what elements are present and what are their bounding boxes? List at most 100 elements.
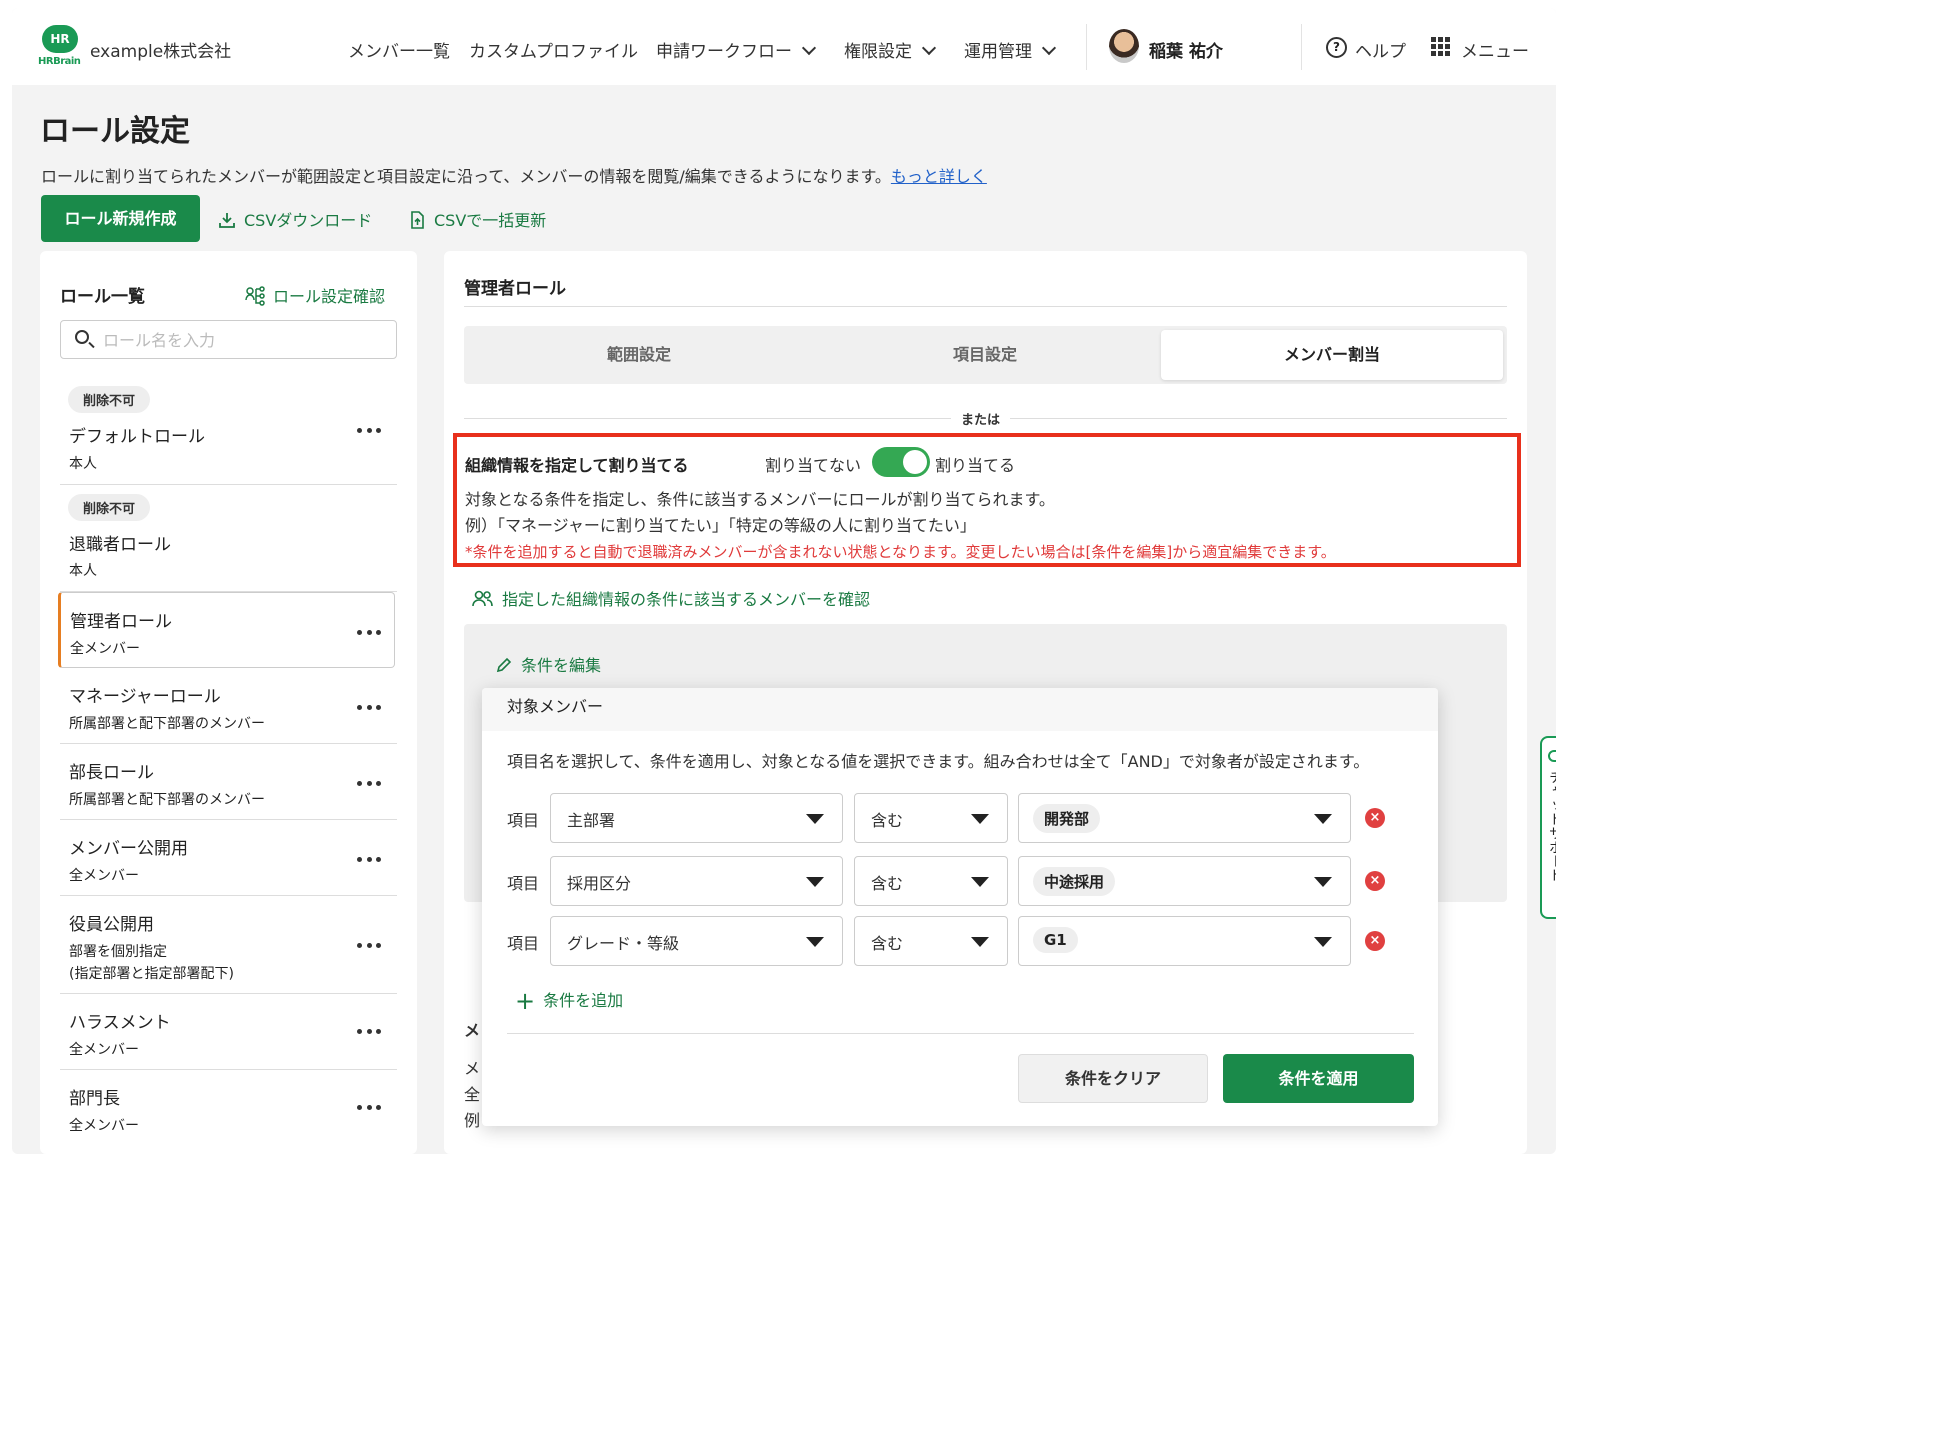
role-item-harassment[interactable]: ハラスメント 全メンバー <box>60 994 397 1070</box>
menu-link[interactable]: メニュー <box>1461 37 1529 62</box>
user-avatar[interactable] <box>1109 29 1139 63</box>
role-name: 部長ロール <box>69 763 154 783</box>
hrbrain-logo[interactable]: HR HRBrain <box>38 25 82 69</box>
file-upload-icon <box>411 211 424 229</box>
chevron-down-icon <box>1041 40 1057 56</box>
role-settings-check-link[interactable]: ロール設定確認 <box>245 282 385 307</box>
assign-toggle[interactable] <box>872 447 930 477</box>
nav-member-list[interactable]: メンバー一覧 <box>348 37 450 62</box>
condition-row: 項目 採用区分 含む 中途採用 × <box>482 856 1438 906</box>
value-select[interactable]: 中途採用 <box>1018 856 1351 906</box>
users-icon <box>472 590 493 607</box>
more-options-icon[interactable] <box>357 943 381 949</box>
divider <box>1301 24 1302 70</box>
check-matching-members-link[interactable]: 指定した組織情報の条件に該当するメンバーを確認 <box>472 586 870 610</box>
target-members-modal: 対象メンバー 項目名を選択して、条件を適用し、対象となる値を選択できます。組み合… <box>482 688 1438 1126</box>
role-name: メンバー公開用 <box>69 839 188 859</box>
toggle-on-label: 割り当てる <box>935 456 1016 475</box>
toggle-off-label: 割り当てない <box>765 456 862 475</box>
role-item-executive-public[interactable]: 役員公開用 部署を個別指定 (指定部署と指定部署配下) <box>60 896 397 994</box>
caret-down-icon <box>1314 937 1332 947</box>
condition-row: 項目 主部署 含む 開発部 × <box>482 793 1438 843</box>
settings-tabs: 範囲設定 項目設定 メンバー割当 <box>464 326 1507 384</box>
user-name[interactable]: 稲葉 祐介 <box>1149 37 1223 62</box>
more-options-icon[interactable] <box>357 781 381 787</box>
org-assign-title: 組織情報を指定して割り当てる <box>465 456 689 475</box>
operator-select[interactable]: 含む <box>854 856 1008 906</box>
role-name: 管理者ロール <box>70 612 172 632</box>
role-item-retired[interactable]: 削除不可 退職者ロール 本人 <box>60 485 397 592</box>
role-scope: 所属部署と配下部署のメンバー <box>69 716 265 732</box>
warning-text: *条件を追加すると自動で退職済みメンバーが含まれない状態となります。変更したい場… <box>465 543 1336 561</box>
caret-down-icon <box>971 877 989 887</box>
tab-member-assignment[interactable]: メンバー割当 <box>1161 330 1503 380</box>
grid-menu-icon[interactable] <box>1431 37 1450 56</box>
row-label: 項目 <box>507 874 540 893</box>
role-item-department-head[interactable]: 部長ロール 所属部署と配下部署のメンバー <box>60 744 397 820</box>
role-list-title: ロール一覧 <box>60 287 145 307</box>
role-item-admin[interactable]: 管理者ロール 全メンバー <box>58 592 395 668</box>
field-select[interactable]: 主部署 <box>550 793 843 843</box>
obscured-text: 全 <box>464 1085 481 1104</box>
row-label: 項目 <box>507 811 540 830</box>
role-scope: 部署を個別指定 <box>69 944 167 960</box>
operator-select[interactable]: 含む <box>854 916 1008 966</box>
nav-workflow[interactable]: 申請ワークフロー <box>656 37 817 62</box>
more-options-icon[interactable] <box>357 1029 381 1035</box>
remove-condition-icon[interactable]: × <box>1365 808 1385 828</box>
caret-down-icon <box>1314 814 1332 824</box>
help-link[interactable]: ヘルプ <box>1355 37 1406 62</box>
role-item-member-public[interactable]: メンバー公開用 全メンバー <box>60 820 397 896</box>
remove-condition-icon[interactable]: × <box>1365 871 1385 891</box>
csv-bulk-update-button[interactable]: CSVで一括更新 <box>408 207 546 231</box>
role-list-panel: ロール一覧 ロール設定確認 削除不可 デフォルトロール 本人 削除不可 退職者ロ… <box>40 251 417 1154</box>
role-search-input[interactable] <box>103 328 383 352</box>
field-select[interactable]: 採用区分 <box>550 856 843 906</box>
divider <box>464 306 1507 307</box>
value-chip: G1 <box>1033 927 1078 953</box>
role-name: マネージャーロール <box>69 687 221 707</box>
value-select[interactable]: G1 <box>1018 916 1351 966</box>
help-icon[interactable]: ? <box>1326 37 1347 58</box>
role-name: 役員公開用 <box>69 915 154 935</box>
more-details-link[interactable]: もっと詳しく <box>891 167 987 186</box>
chevron-down-icon <box>801 40 817 56</box>
operator-select[interactable]: 含む <box>854 793 1008 843</box>
page-description: ロールに割り当てられたメンバーが範囲設定と項目設定に沿って、メンバーの情報を閲覧… <box>41 167 987 186</box>
more-options-icon[interactable] <box>357 857 381 863</box>
role-name: デフォルトロール <box>69 427 205 447</box>
chat-support-button[interactable]: チャットサポート <box>1540 736 1556 919</box>
obscured-text: メ <box>464 1059 481 1078</box>
role-item-division-head[interactable]: 部門長 全メンバー <box>60 1070 397 1154</box>
nav-permissions[interactable]: 権限設定 <box>844 37 937 62</box>
add-condition-button[interactable]: + 条件を追加 <box>515 984 623 1015</box>
more-options-icon[interactable] <box>357 630 381 636</box>
csv-download-button[interactable]: CSVダウンロード <box>218 207 372 231</box>
divider <box>507 1033 1414 1034</box>
more-options-icon[interactable] <box>357 428 381 434</box>
more-options-icon[interactable] <box>357 1105 381 1111</box>
more-options-icon[interactable] <box>357 705 381 711</box>
role-search <box>60 320 397 359</box>
role-name: ハラスメント <box>69 1013 171 1033</box>
remove-condition-icon[interactable]: × <box>1365 931 1385 951</box>
new-role-button[interactable]: ロール新規作成 <box>41 195 200 242</box>
edit-conditions-link[interactable]: 条件を編集 <box>495 652 601 676</box>
role-name: 退職者ロール <box>69 535 171 555</box>
nav-custom-profile[interactable]: カスタムプロファイル <box>469 37 638 62</box>
role-item-default[interactable]: 削除不可 デフォルトロール 本人 <box>60 377 397 485</box>
role-item-manager[interactable]: マネージャーロール 所属部署と配下部署のメンバー <box>60 668 397 744</box>
caret-down-icon <box>806 877 824 887</box>
org-chart-icon <box>245 286 265 306</box>
nav-operations[interactable]: 運用管理 <box>964 37 1057 62</box>
field-select[interactable]: グレード・等級 <box>550 916 843 966</box>
role-scope: 所属部署と配下部署のメンバー <box>69 792 265 808</box>
tab-scope[interactable]: 範囲設定 <box>468 330 810 380</box>
clear-conditions-button[interactable]: 条件をクリア <box>1018 1054 1208 1103</box>
apply-conditions-button[interactable]: 条件を適用 <box>1223 1054 1414 1103</box>
tab-fields[interactable]: 項目設定 <box>814 330 1156 380</box>
role-name: 部門長 <box>69 1089 120 1109</box>
modal-title: 対象メンバー <box>507 697 604 716</box>
value-select[interactable]: 開発部 <box>1018 793 1351 843</box>
role-scope: 全メンバー <box>70 641 140 657</box>
